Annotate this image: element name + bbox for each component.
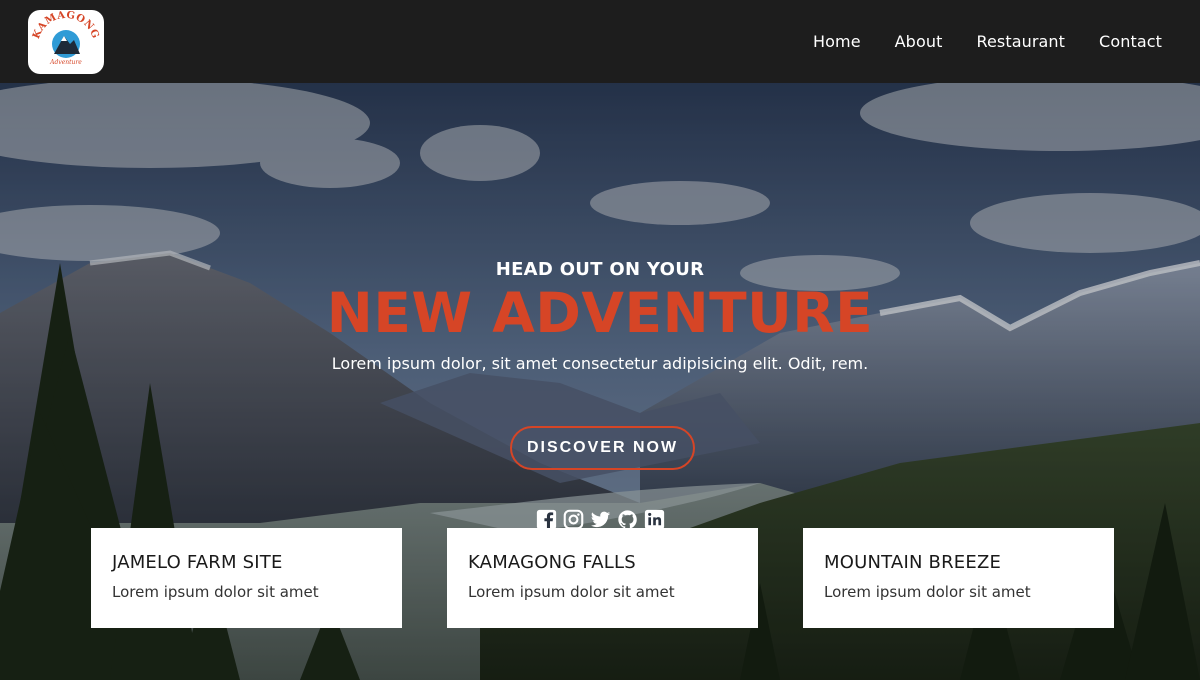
- card-text: Lorem ipsum dolor sit amet: [824, 583, 1031, 601]
- card-title: JAMELO FARM SITE: [112, 552, 283, 573]
- brand-logo[interactable]: KAMAGONG Adventure: [28, 9, 104, 74]
- navbar: KAMAGONG Adventure Home About Restaurant…: [0, 0, 1200, 83]
- hero-title: NEW ADVENTURE: [326, 281, 874, 345]
- logo-mountain-icon: KAMAGONG Adventure: [31, 10, 100, 66]
- card-text: Lorem ipsum dolor sit amet: [468, 583, 675, 601]
- feature-card-mountain[interactable]: MOUNTAIN BREEZE Lorem ipsum dolor sit am…: [803, 528, 1114, 628]
- nav-home-link[interactable]: Home: [813, 32, 861, 51]
- nav-restaurant-link[interactable]: Restaurant: [976, 32, 1065, 51]
- nav-about-link[interactable]: About: [895, 32, 943, 51]
- feature-card-jamelo[interactable]: JAMELO FARM SITE Lorem ipsum dolor sit a…: [91, 528, 402, 628]
- card-title: KAMAGONG FALLS: [468, 552, 636, 573]
- instagram-icon[interactable]: [563, 509, 584, 530]
- social-links: [0, 509, 1200, 530]
- nav-contact-link[interactable]: Contact: [1099, 32, 1162, 51]
- github-icon[interactable]: [617, 509, 638, 530]
- logo-subtext: Adventure: [49, 59, 82, 66]
- linkedin-icon[interactable]: [644, 509, 665, 530]
- facebook-icon[interactable]: [536, 509, 557, 530]
- discover-now-button[interactable]: DISCOVER NOW: [510, 426, 695, 470]
- twitter-icon[interactable]: [590, 509, 611, 530]
- main-nav: Home About Restaurant Contact: [813, 32, 1162, 51]
- hero-subtitle: HEAD OUT ON YOUR: [495, 259, 705, 280]
- hero-description: Lorem ipsum dolor, sit amet consectetur …: [331, 354, 869, 373]
- card-text: Lorem ipsum dolor sit amet: [112, 583, 319, 601]
- card-title: MOUNTAIN BREEZE: [824, 552, 1002, 573]
- feature-card-kamagong[interactable]: KAMAGONG FALLS Lorem ipsum dolor sit ame…: [447, 528, 758, 628]
